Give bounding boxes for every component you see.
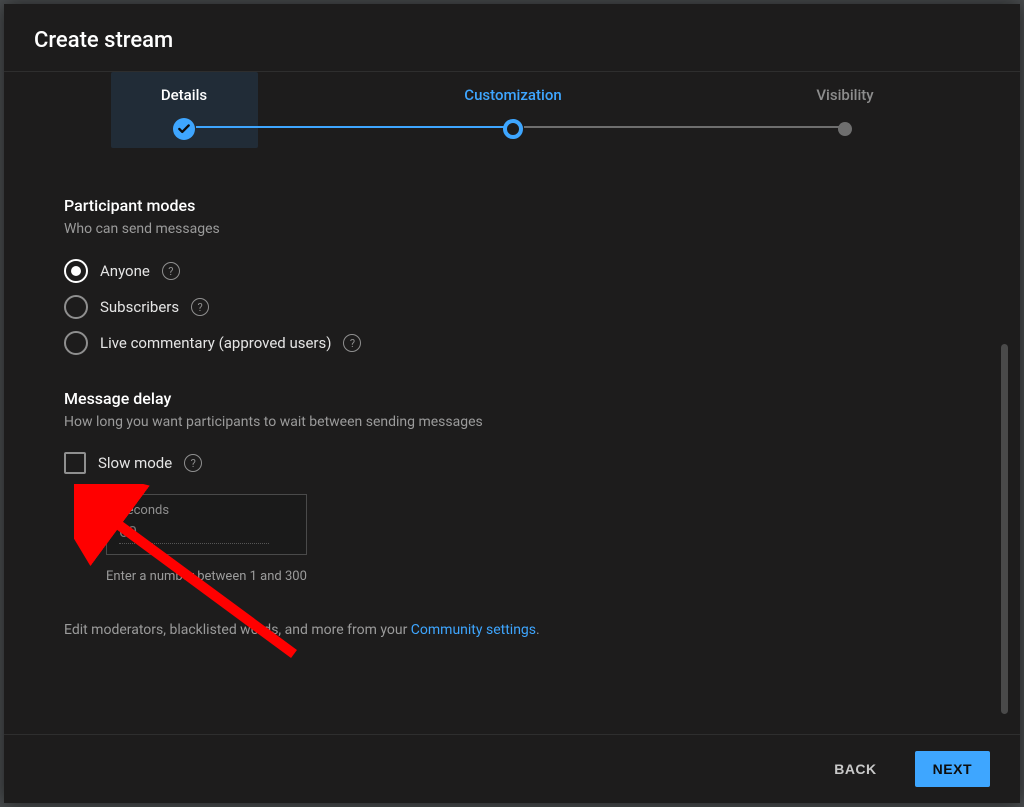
message-delay-subtitle: How long you want participants to wait b… <box>64 414 960 430</box>
help-icon[interactable]: ? <box>191 298 209 316</box>
seconds-input[interactable]: Seconds 60 <box>106 494 307 555</box>
edit-suffix: . <box>536 622 540 638</box>
radio-subscribers[interactable]: Subscribers ? <box>64 289 960 325</box>
next-button[interactable]: NEXT <box>915 751 990 787</box>
help-icon[interactable]: ? <box>162 262 180 280</box>
participant-modes-title: Participant modes <box>64 196 960 215</box>
step-label: Customization <box>438 86 588 104</box>
seconds-helper: Enter a number between 1 and 300 <box>106 569 960 584</box>
checkbox-slow-mode[interactable]: Slow mode ? <box>64 446 960 480</box>
community-settings-line: Edit moderators, blacklisted words, and … <box>64 622 960 638</box>
checkbox-label: Slow mode <box>98 454 172 472</box>
community-settings-link[interactable]: Community settings <box>411 622 536 638</box>
dialog-header: Create stream <box>4 4 1020 71</box>
step-customization[interactable]: Customization <box>438 86 588 142</box>
step-label: Visibility <box>770 86 920 104</box>
create-stream-dialog: Create stream Details Customization <box>4 4 1020 803</box>
message-delay-title: Message delay <box>64 389 960 408</box>
participant-modes-subtitle: Who can send messages <box>64 221 960 237</box>
radio-label: Anyone <box>100 262 150 280</box>
checkbox-icon <box>64 452 86 474</box>
step-label: Details <box>109 86 259 104</box>
input-value: 60 <box>119 522 269 544</box>
edit-prefix: Edit moderators, blacklisted words, and … <box>64 622 411 638</box>
radio-icon <box>64 259 88 283</box>
step-dot-active <box>503 119 523 139</box>
stepper: Details Customization Visibility <box>4 72 1020 172</box>
page-title: Create stream <box>34 28 996 53</box>
scrollbar[interactable] <box>1001 344 1008 714</box>
radio-live-commentary[interactable]: Live commentary (approved users) ? <box>64 325 960 361</box>
back-button[interactable]: BACK <box>816 751 894 787</box>
content-area: Participant modes Who can send messages … <box>4 172 1020 734</box>
help-icon[interactable]: ? <box>184 454 202 472</box>
help-icon[interactable]: ? <box>343 334 361 352</box>
radio-label: Subscribers <box>100 298 179 316</box>
radio-icon <box>64 295 88 319</box>
radio-icon <box>64 331 88 355</box>
radio-anyone[interactable]: Anyone ? <box>64 253 960 289</box>
step-visibility[interactable]: Visibility <box>770 86 920 142</box>
step-dot-upcoming <box>838 122 852 136</box>
input-label: Seconds <box>119 503 294 518</box>
check-icon <box>173 118 195 140</box>
footer: BACK NEXT <box>4 734 1020 803</box>
radio-label: Live commentary (approved users) <box>100 334 331 352</box>
step-details[interactable]: Details <box>109 86 259 142</box>
